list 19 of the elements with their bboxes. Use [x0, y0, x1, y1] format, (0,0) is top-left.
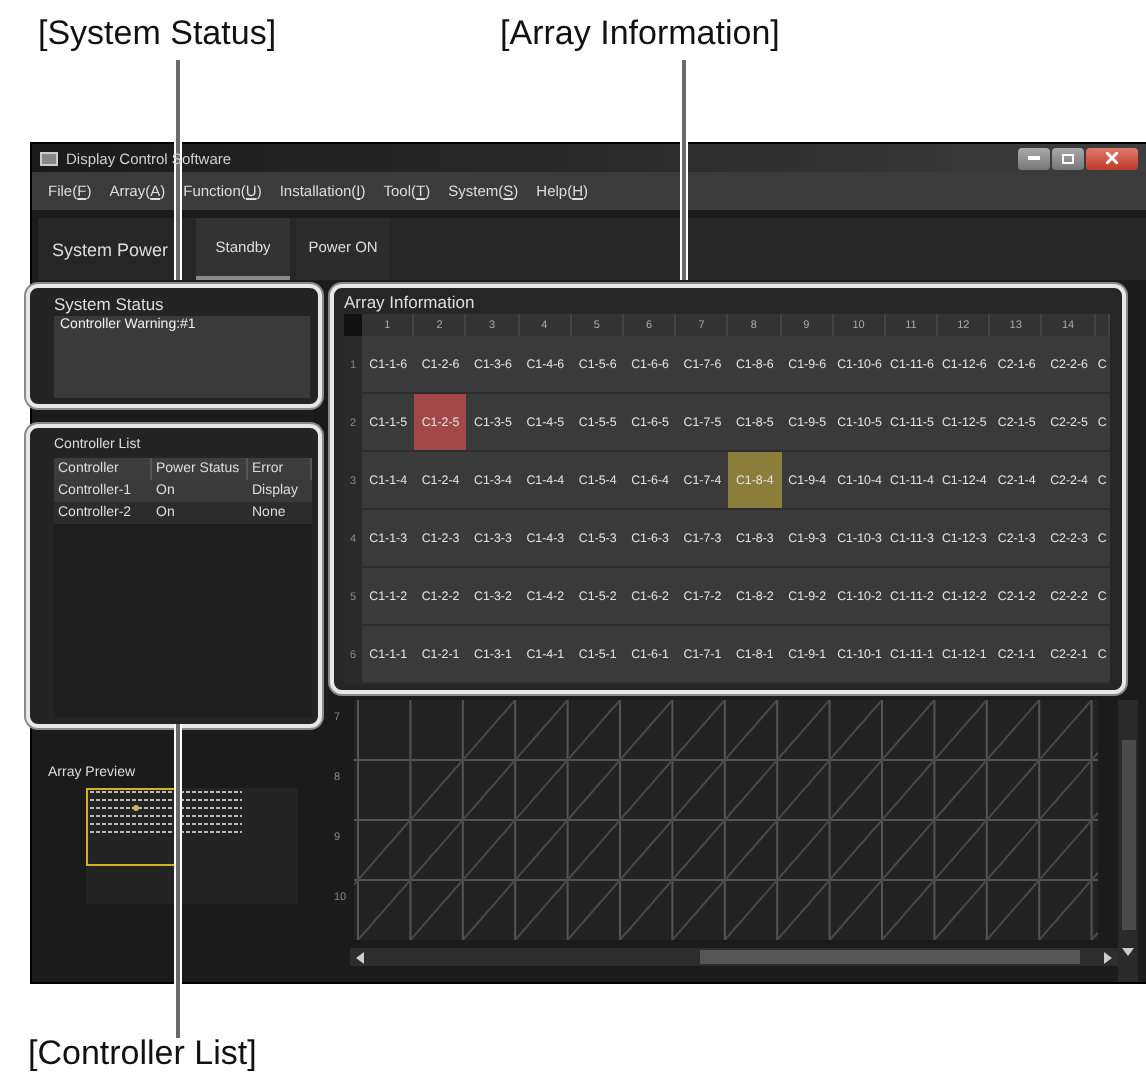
app-icon [40, 151, 58, 165]
callout-label: [System Status] [38, 12, 277, 56]
callout-label: [Controller List] [28, 1034, 257, 1072]
minimize-button[interactable] [1018, 147, 1050, 169]
callout-label: [Array Information] [500, 12, 780, 56]
scrollbar-thumb[interactable] [1121, 740, 1135, 930]
scroll-right-icon[interactable] [1102, 951, 1114, 963]
maximize-button[interactable] [1052, 147, 1084, 169]
system-power-label: System Power [52, 239, 169, 259]
scroll-left-icon[interactable] [354, 951, 366, 963]
grid-corner [344, 314, 362, 336]
panel-title: Array Information [344, 292, 477, 314]
vertical-scrollbar[interactable] [1118, 700, 1138, 982]
close-button[interactable] [1086, 147, 1138, 169]
scroll-down-icon[interactable] [1122, 946, 1134, 958]
horizontal-scrollbar[interactable] [350, 948, 1118, 966]
close-icon[interactable] [1106, 152, 1118, 164]
panel-title: System Status [54, 294, 166, 316]
scrollbar-thumb[interactable] [700, 950, 1080, 964]
